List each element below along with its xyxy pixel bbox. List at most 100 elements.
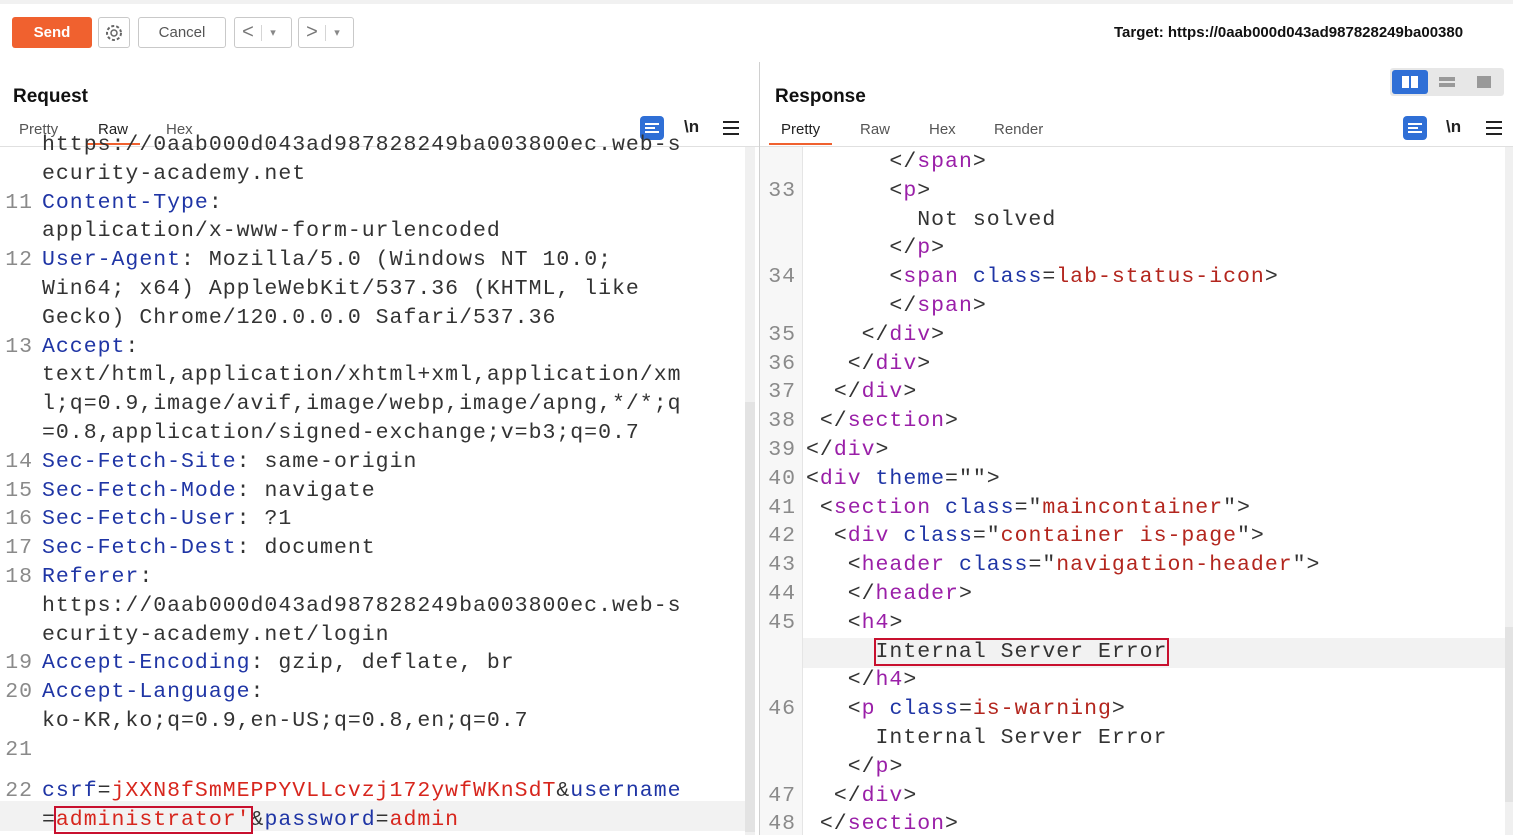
response-line: </header> — [847, 582, 973, 606]
line-number: 33 — [768, 178, 796, 203]
request-scroll-thumb[interactable] — [745, 402, 755, 832]
equals: = — [42, 808, 56, 832]
layout-switch — [1390, 68, 1504, 96]
send-button[interactable]: Send — [12, 17, 92, 48]
line-number: 41 — [768, 495, 796, 520]
line-number: 12 — [5, 248, 33, 273]
layout-side-by-side-button[interactable] — [1392, 70, 1428, 94]
request-line: Sec-Fetch-Dest: document — [42, 536, 376, 560]
layout-single-button[interactable] — [1466, 70, 1502, 94]
request-line: Sec-Fetch-Mode: navigate — [42, 479, 376, 503]
request-line: ko-KR,ko;q=0.9,en-US;q=0.8,en;q=0.7 — [42, 709, 529, 733]
response-scrollbar[interactable] — [1505, 147, 1513, 835]
line-number: 20 — [5, 680, 33, 705]
forward-arrow-button[interactable]: > — [299, 18, 325, 47]
request-line: Content-Type: — [42, 191, 223, 215]
header-value: ecurity-academy.net — [42, 161, 307, 186]
line-number: 16 — [5, 507, 33, 532]
response-line: <p class=is-warning> — [847, 697, 1126, 722]
response-title: Response — [775, 86, 866, 107]
layout-stacked-button[interactable] — [1429, 70, 1465, 94]
request-line: ecurity-academy.net/login — [42, 623, 390, 647]
request-editor[interactable]: https://0aab000d043ad987828249ba003800ec… — [0, 133, 745, 835]
header-name: Content-Type — [42, 190, 209, 215]
newline-toggle-icon[interactable]: \n — [684, 117, 699, 137]
menu-icon[interactable] — [1486, 121, 1502, 139]
word-wrap-icon[interactable] — [1403, 116, 1427, 140]
response-line: </span> — [889, 294, 987, 318]
header-value: : — [208, 190, 223, 215]
target-url[interactable]: Target: https://0aab000d043ad987828249ba… — [1114, 24, 1463, 41]
line-number: 15 — [5, 478, 33, 503]
request-line: ecurity-academy.net — [42, 162, 306, 186]
tab-response-pretty-label: Pretty — [781, 121, 821, 138]
header-value: : navigate — [236, 478, 376, 503]
body-line-2: =administrator'&password=admin — [42, 806, 459, 834]
request-line: Accept-Encoding: gzip, deflate, br — [42, 651, 515, 675]
header-name: User-Agent — [42, 248, 182, 273]
username-param-value: administrator' — [53, 806, 253, 834]
line-number: 40 — [768, 466, 796, 491]
menu-icon[interactable] — [723, 121, 739, 139]
request-line: application/x-www-form-urlencoded — [42, 219, 501, 243]
response-scroll-thumb[interactable] — [1505, 627, 1513, 802]
forward-nav-group: > ▾ — [298, 17, 354, 48]
active-tab-underline — [769, 143, 833, 145]
toolbar: Send Cancel < ▾ > ▾ Target: https://0aab… — [0, 0, 1513, 63]
header-name: Sec-Fetch-User — [42, 507, 237, 532]
highlighted-error-text: Internal Server Error — [873, 637, 1170, 666]
settings-button[interactable] — [98, 17, 130, 48]
tab-response-render[interactable]: Render — [994, 121, 1043, 145]
request-line: Sec-Fetch-User: ?1 — [42, 507, 292, 531]
line-number: 11 — [5, 190, 33, 215]
response-line: </p> — [889, 236, 946, 261]
header-value: Win64; x64) AppleWebKit/537.36 (KHTML, l… — [42, 277, 640, 301]
forward-history-dropdown[interactable]: ▾ — [325, 24, 348, 41]
gear-icon — [106, 24, 122, 41]
header-value: https://0aab000d043ad987828249ba003800ec… — [42, 593, 682, 618]
back-arrow-button[interactable]: < — [235, 18, 261, 47]
header-name: Referer — [42, 565, 140, 589]
line-number: 34 — [768, 265, 796, 290]
line-number: 43 — [768, 553, 796, 578]
header-value: : same-origin — [236, 449, 418, 474]
line-number: 42 — [768, 524, 796, 549]
csrf-param-value: jXXN8fSmMEPPYVLLcvzj172ywfWKnSdT — [111, 779, 557, 803]
response-line: Internal Server Error — [875, 726, 1168, 750]
header-value: https://0aab000d043ad987828249ba003800ec… — [42, 133, 682, 157]
request-line: Sec-Fetch-Site: same-origin — [42, 450, 417, 474]
line-number: 35 — [768, 322, 796, 347]
line-number: 13 — [5, 334, 33, 359]
response-line: Internal Server Error — [806, 637, 1170, 666]
header-value: : gzip, deflate, br — [250, 651, 515, 676]
header-value: application/x-www-form-urlencoded — [42, 219, 501, 244]
line-number: 36 — [768, 351, 796, 376]
response-line: <section class="maincontainer"> — [819, 495, 1251, 520]
response-line: <span class=lab-status-icon> — [889, 265, 1279, 290]
csrf-param-key: csrf — [42, 779, 98, 803]
header-value: : ?1 — [236, 507, 293, 532]
tab-response-raw[interactable]: Raw — [860, 121, 890, 145]
password-param-key: password — [264, 808, 376, 832]
header-value: text/html,application/xhtml+xml,applicat… — [42, 363, 682, 388]
request-scrollbar[interactable] — [745, 147, 755, 835]
header-value: =0.8,application/signed-exchange;v=b3;q=… — [42, 421, 640, 445]
line-number: 18 — [5, 565, 33, 589]
response-pane: Response Pretty Raw Hex Render \n </span… — [760, 62, 1513, 835]
request-line: Gecko) Chrome/120.0.0.0 Safari/537.36 — [42, 306, 556, 330]
line-number: 44 — [768, 582, 796, 606]
header-name: Accept-Language — [42, 680, 251, 705]
request-line: Accept: — [42, 335, 139, 359]
newline-toggle-icon[interactable]: \n — [1446, 117, 1461, 137]
tab-response-hex[interactable]: Hex — [929, 121, 956, 145]
cancel-button[interactable]: Cancel — [138, 17, 226, 48]
tab-response-pretty[interactable]: Pretty — [769, 121, 833, 145]
request-line: l;q=0.9,image/avif,image/webp,image/apng… — [42, 392, 682, 416]
response-line: <h4> — [847, 610, 904, 635]
response-line: </h4> — [847, 668, 918, 693]
header-value: ko-KR,ko;q=0.9,en-US;q=0.8,en;q=0.7 — [42, 709, 529, 733]
response-line: <div theme=""> — [806, 466, 1001, 491]
body-line-1: csrf=jXXN8fSmMEPPYVLLcvzj172ywfWKnSdT&us… — [42, 779, 682, 803]
back-history-dropdown[interactable]: ▾ — [261, 24, 284, 41]
response-editor[interactable]: </span> 33 <p> Not solved </p> 34 <span cl… — [760, 147, 1505, 835]
